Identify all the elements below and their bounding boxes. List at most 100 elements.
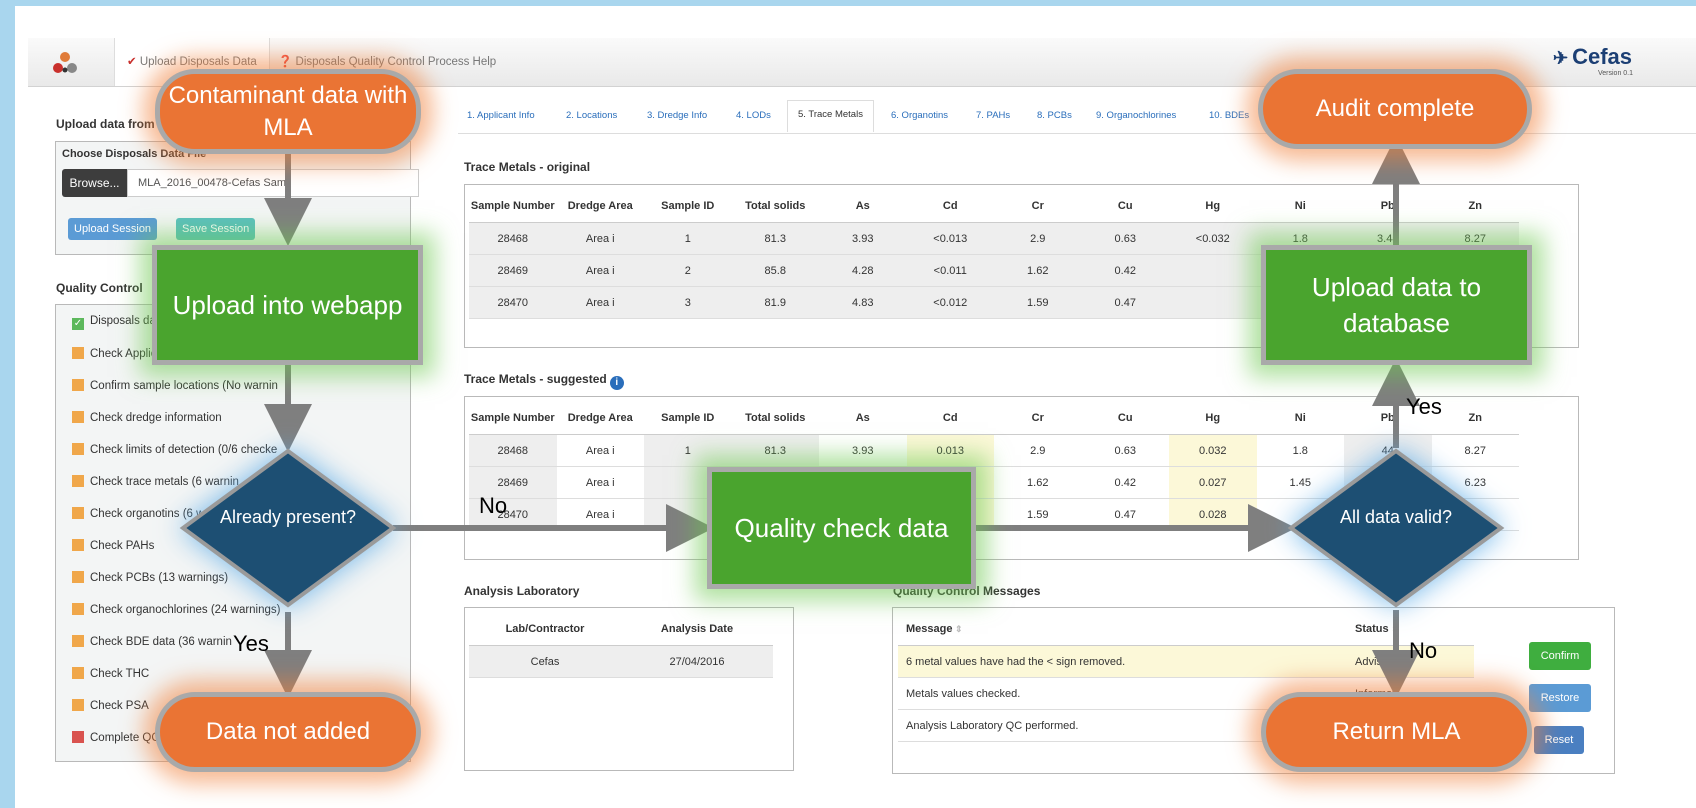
table-cell: <0.012: [906, 286, 994, 319]
qc-item-label: Check dredge information: [90, 412, 222, 424]
qc-item[interactable]: Check dredge information: [72, 411, 222, 424]
column-header[interactable]: Zn: [1431, 402, 1519, 435]
column-header[interactable]: Dredge Area: [556, 190, 644, 223]
info-icon[interactable]: i: [609, 376, 624, 390]
check-icon: ✔: [127, 56, 140, 68]
table-cell: 28468: [469, 222, 557, 255]
column-header[interactable]: Pb: [1344, 190, 1432, 223]
table-cell: 2: [644, 254, 732, 287]
table-cell: [1344, 466, 1432, 499]
qc-item[interactable]: Complete QC: [72, 731, 160, 744]
column-header[interactable]: Lab/Contractor: [469, 613, 621, 646]
decision-all-valid-label: All data valid?: [1339, 507, 1453, 527]
cefas-brand: ✈ Cefas: [1553, 44, 1633, 69]
table-cell: 85.8: [731, 254, 819, 287]
table-cell: Area i: [556, 254, 644, 287]
end-audit-complete: Audit complete: [1258, 69, 1532, 149]
column-header[interactable]: Ni: [1256, 190, 1344, 223]
table-cell: 2.9: [994, 222, 1082, 255]
column-header[interactable]: Cr: [994, 190, 1082, 223]
column-header[interactable]: Sample ID: [644, 402, 732, 435]
column-header[interactable]: Hg: [1169, 190, 1257, 223]
status-box-icon: [72, 475, 84, 487]
subtab[interactable]: 8. PCBs: [1037, 110, 1072, 121]
table-cell: 4.28: [819, 254, 907, 287]
column-header[interactable]: Total solids: [731, 402, 819, 435]
column-header[interactable]: As: [819, 402, 907, 435]
qc-item-label: Check organochlorines (24 warnings): [90, 604, 281, 616]
column-header[interactable]: Sample Number: [469, 190, 557, 223]
column-header[interactable]: Zn: [1431, 190, 1519, 223]
column-header[interactable]: Hg: [1169, 402, 1257, 435]
table-cell: 3.93: [819, 434, 907, 467]
table-cell: 0.47: [1081, 286, 1169, 319]
qc-item[interactable]: ✓ Disposals da: [72, 315, 156, 330]
subtab[interactable]: 7. PAHs: [976, 110, 1010, 121]
qc-item[interactable]: Check PCBs (13 warnings): [72, 571, 228, 584]
table-cell: Area i: [556, 466, 644, 499]
upload-session-button[interactable]: Upload Session: [68, 218, 158, 240]
subtab[interactable]: 9. Organochlorines: [1096, 110, 1176, 121]
status-box-icon: [72, 347, 84, 359]
upload-title: Upload data from: [56, 117, 155, 131]
qc-item-label: Confirm sample locations (No warnin: [90, 380, 278, 392]
qc-item[interactable]: Check Applic: [72, 347, 156, 360]
qc-item[interactable]: Check trace metals (6 warnin: [72, 475, 239, 488]
table-cell: 8.27: [1431, 434, 1519, 467]
column-header[interactable]: Cu: [1081, 190, 1169, 223]
qc-item[interactable]: Check organochlorines (24 warnings): [72, 603, 281, 616]
column-header[interactable]: Dredge Area: [556, 402, 644, 435]
subtab[interactable]: 3. Dredge Info: [647, 110, 707, 121]
process-quality-check: Quality check data: [707, 467, 976, 589]
qc-item[interactable]: Check limits of detection (0/6 checke: [72, 443, 277, 456]
molecule-logo-icon: [53, 52, 77, 73]
column-header[interactable]: Sample ID: [644, 190, 732, 223]
qc-item[interactable]: Check organotins (6 w: [72, 507, 204, 520]
file-name-field[interactable]: MLA_2016_00478-Cefas Sam: [127, 169, 419, 197]
qc-item[interactable]: Check THC: [72, 667, 149, 680]
sort-icon[interactable]: ⇕: [952, 624, 963, 634]
column-header[interactable]: Sample Number: [469, 402, 557, 435]
table-cell: 0.027: [1169, 466, 1257, 499]
qc-item[interactable]: Check PAHs: [72, 539, 154, 552]
status-box-icon: [72, 507, 84, 519]
status-box-icon: [72, 411, 84, 423]
column-header[interactable]: Cd: [906, 190, 994, 223]
table-cell: 6.23: [1431, 466, 1519, 499]
table-cell: 27/04/2016: [621, 645, 773, 678]
table-cell: Cefas: [469, 645, 621, 678]
process-upload-database: Upload data to database: [1261, 245, 1532, 365]
table-cell: Area i: [556, 286, 644, 319]
qc-item[interactable]: Confirm sample locations (No warnin: [72, 379, 278, 392]
save-session-button[interactable]: Save Session: [176, 218, 256, 240]
reset-button[interactable]: Reset: [1534, 726, 1584, 754]
status-box-icon: [72, 603, 84, 615]
subtab[interactable]: 2. Locations: [566, 110, 617, 121]
subtab[interactable]: 4. LODs: [736, 110, 771, 121]
subtab[interactable]: 5. Trace Metals: [787, 100, 874, 132]
qc-item[interactable]: Check PSA: [72, 699, 149, 712]
column-header[interactable]: As: [819, 190, 907, 223]
table-cell: 28469: [469, 254, 557, 287]
column-header[interactable]: Total solids: [731, 190, 819, 223]
column-header[interactable]: Cr: [994, 402, 1082, 435]
subtab[interactable]: 6. Organotins: [891, 110, 948, 121]
table-cell: Area i: [556, 434, 644, 467]
restore-button[interactable]: Restore: [1529, 684, 1591, 712]
table-cell: <0.013: [906, 222, 994, 255]
browse-button[interactable]: Browse...: [62, 169, 127, 197]
confirm-button[interactable]: Confirm: [1529, 642, 1591, 670]
table-cell: 81.3: [731, 222, 819, 255]
sort-icon[interactable]: ⇕: [1389, 624, 1399, 634]
subtab[interactable]: 10. BDEs: [1209, 110, 1249, 121]
column-header[interactable]: Analysis Date: [621, 613, 773, 646]
table-cell: 1.59: [994, 286, 1082, 319]
column-header[interactable]: Cu: [1081, 402, 1169, 435]
column-header[interactable]: Message ⇕: [898, 613, 1347, 646]
qc-item[interactable]: Check BDE data (36 warnin: [72, 635, 232, 648]
column-header[interactable]: Ni: [1256, 402, 1344, 435]
column-header[interactable]: Cd: [906, 402, 994, 435]
qc-item-label: Check organotins (6 w: [90, 508, 205, 520]
status-box-icon: [72, 635, 84, 647]
subtab[interactable]: 1. Applicant Info: [467, 110, 535, 121]
